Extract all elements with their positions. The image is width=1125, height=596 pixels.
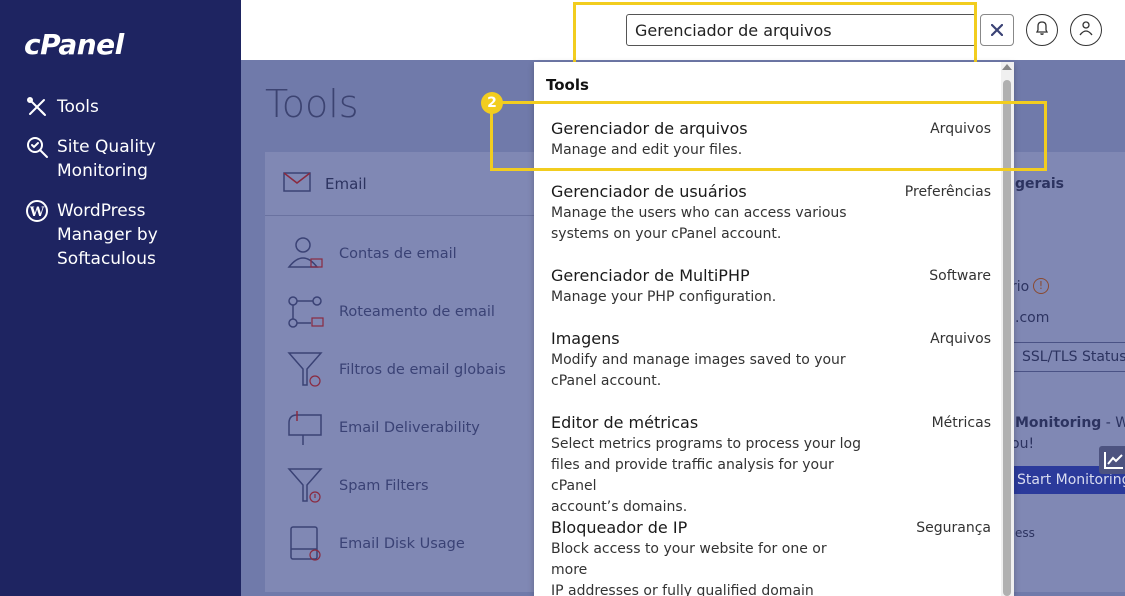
result-category: Arquivos [930,331,991,347]
page-title: Tools [265,82,359,126]
user-menu-button[interactable] [1070,14,1102,46]
tool-filtros-de-email-globais[interactable]: Filtros de email globais [283,350,506,390]
email-section: Email Contas de email Roteamento de emai… [265,152,555,592]
clear-search-button[interactable] [980,14,1014,46]
warning-icon[interactable]: ! [1033,278,1049,294]
sidebar: cPanel Tools Site Quality Monitoring W W… [0,0,241,596]
sidebar-item-wordpress[interactable]: W WordPress Manager by Softaculous [24,199,158,271]
result-desc: Manage your PHP configuration. [551,289,777,305]
result-item[interactable]: Gerenciador de MultiPHP Manage your PHP … [551,265,991,308]
result-desc: Modify and manage images saved to your c… [551,352,846,389]
result-category: Arquivos [930,121,991,137]
result-title: Gerenciador de MultiPHP [551,266,750,285]
monitoring-promo-line2: ou! [1011,436,1035,452]
filter-globe-icon [283,350,327,390]
chart-trend-icon[interactable] [1099,446,1125,474]
wordpress-icon: W [24,199,50,223]
result-title: Gerenciador de arquivos [551,119,748,138]
tool-roteamento-de-email[interactable]: Roteamento de email [283,292,495,332]
scroll-up-arrow-icon[interactable] [1002,64,1012,70]
result-title: Editor de métricas [551,413,699,432]
dropdown-scroll-thumb[interactable] [1003,80,1011,596]
bell-icon [1034,20,1050,40]
result-category: Segurança [916,520,991,536]
spam-filter-icon [283,466,327,506]
search-check-icon [24,135,50,159]
sidebar-item-tools[interactable]: Tools [24,95,99,119]
mailbox-icon [283,408,327,448]
result-title: Imagens [551,329,620,348]
result-category: Software [929,268,991,284]
notifications-button[interactable] [1026,14,1058,46]
search-input[interactable] [626,14,976,46]
domain-link[interactable]: .com [1015,310,1049,326]
sidebar-item-label: Site Quality Monitoring [57,137,156,181]
result-item[interactable]: Bloqueador de IP Block access to your we… [551,517,991,596]
result-desc: Block access to your website for one or … [551,541,827,596]
results-group-header: Tools [546,76,589,94]
monitoring-promo-text: - We' [1105,415,1125,431]
tool-contas-de-email[interactable]: Contas de email [283,234,457,274]
tool-email-disk-usage[interactable]: Email Disk Usage [283,524,465,564]
result-desc: Manage the users who can access various … [551,205,847,242]
general-info-heading: gerais [1015,176,1064,192]
user-icon [1078,20,1094,40]
routing-icon [283,292,327,332]
sidebar-item-label: Tools [57,97,99,117]
email-section-label: Email [325,174,367,193]
disk-usage-icon [283,524,327,564]
monitoring-promo-bold: Monitoring [1015,415,1102,431]
step-number-badge: 2 [481,92,503,114]
search-results-dropdown: Tools Gerenciador de arquivos Manage and… [534,62,1014,596]
tool-spam-filters[interactable]: Spam Filters [283,466,429,506]
svg-text:W: W [29,205,45,220]
envelope-icon [283,171,311,196]
tools-icon [24,95,50,119]
result-item[interactable]: Imagens Modify and manage images saved t… [551,328,991,392]
result-item[interactable]: Gerenciador de arquivos Manage and edit … [551,118,991,161]
bottom-fragment: ess [1015,526,1035,540]
result-desc: Manage and edit your files. [551,142,743,158]
tool-email-deliverability[interactable]: Email Deliverability [283,408,480,448]
email-section-header[interactable]: Email [265,152,555,216]
result-category: Métricas [931,415,991,431]
result-item[interactable]: Gerenciador de usuários Manage the users… [551,181,991,245]
monitoring-promo: Monitoring - We' [1015,415,1125,431]
result-category: Preferências [904,184,991,200]
sidebar-item-site-quality[interactable]: Site Quality Monitoring [24,135,156,183]
sidebar-item-label: WordPress Manager by Softaculous [57,201,158,269]
ssl-status-button[interactable]: SSL/TLS Status [1011,342,1125,372]
cpanel-logo[interactable]: cPanel [24,28,124,61]
result-desc: Select metrics programs to process your … [551,436,861,515]
result-item[interactable]: Editor de métricas Select metrics progra… [551,412,991,518]
user-mail-icon [283,234,327,274]
close-icon [990,21,1004,40]
